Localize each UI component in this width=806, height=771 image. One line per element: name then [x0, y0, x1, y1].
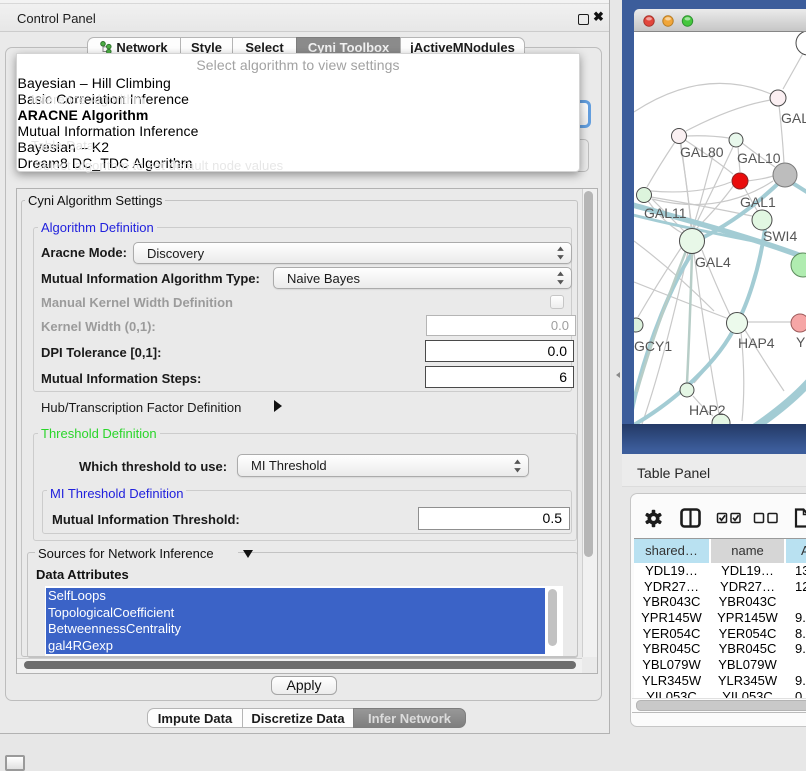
- svg-text:YE: YE: [796, 334, 806, 350]
- svg-text:GAL11: GAL11: [644, 205, 687, 221]
- svg-text:GAL7: GAL7: [781, 110, 806, 126]
- svg-text:GAL10: GAL10: [737, 150, 781, 166]
- svg-text:HAP4: HAP4: [738, 335, 775, 351]
- svg-text:HAP2: HAP2: [689, 402, 726, 418]
- svg-text:SWI4: SWI4: [763, 228, 797, 244]
- svg-text:GAL1: GAL1: [740, 194, 776, 210]
- svg-text:GCY1: GCY1: [634, 338, 672, 354]
- svg-text:GAL4: GAL4: [695, 254, 731, 270]
- svg-text:GAL80: GAL80: [680, 144, 724, 160]
